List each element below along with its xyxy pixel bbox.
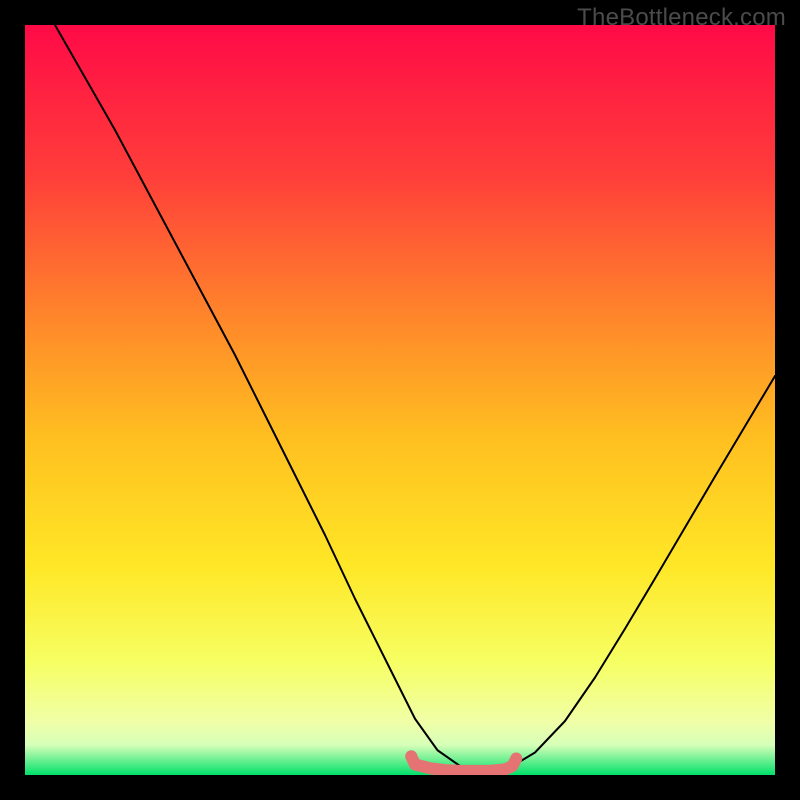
chart-background [25, 25, 775, 775]
chart-area [25, 25, 775, 775]
watermark-text: TheBottleneck.com [577, 4, 786, 32]
app-root: TheBottleneck.com [0, 0, 800, 800]
chart-svg [25, 25, 775, 775]
